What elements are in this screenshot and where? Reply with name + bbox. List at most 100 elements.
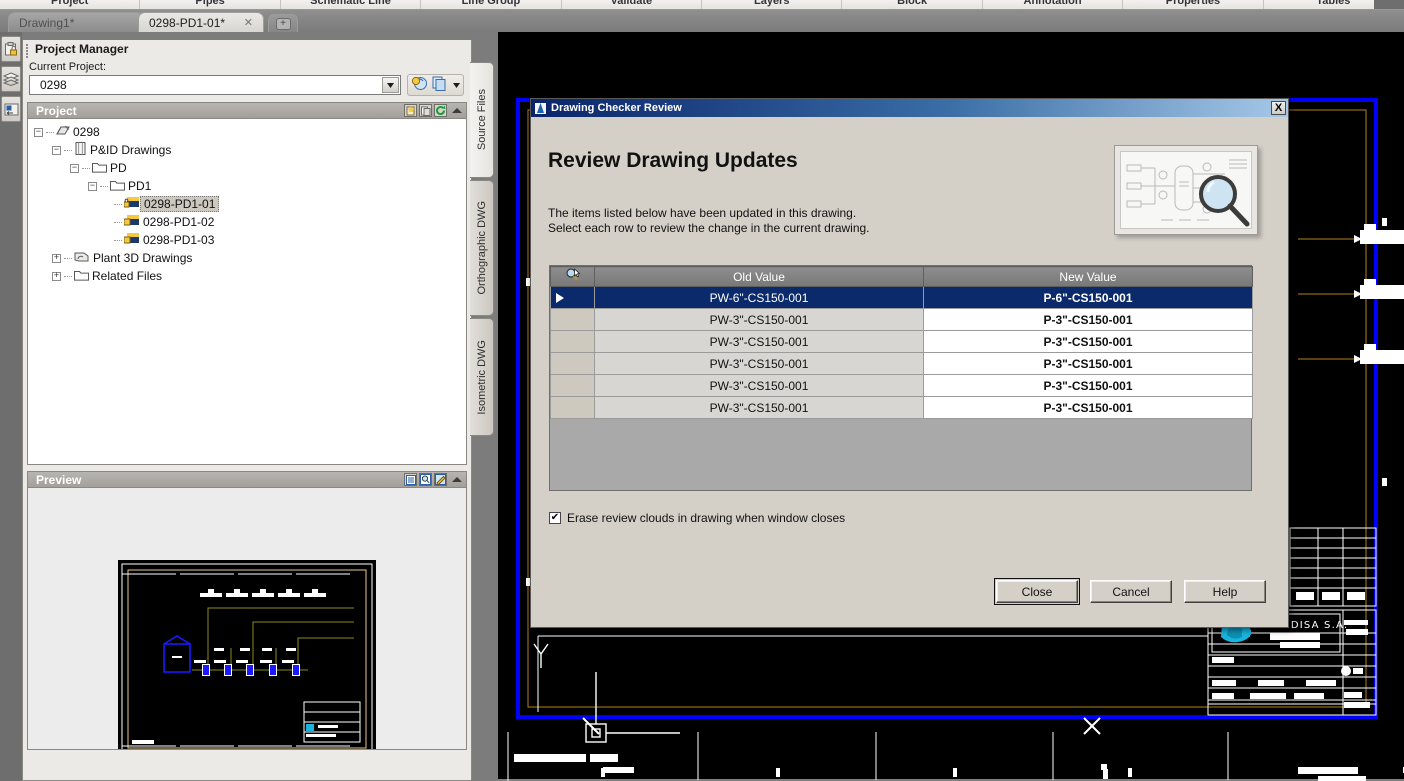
cancel-button[interactable]: Cancel	[1090, 580, 1172, 603]
folder-icon	[92, 161, 107, 176]
row-indicator-cell[interactable]	[550, 374, 595, 397]
table-row[interactable]: PW-3"-CS150-001 P-3"-CS150-001	[550, 308, 1253, 331]
ribbon-panel-label: Layers	[753, 0, 790, 7]
expander-icon[interactable]: −	[34, 127, 43, 137]
side-tab-isometric-dwg[interactable]: Isometric DWG	[470, 318, 494, 436]
updates-table: Old Value New Value PW-6"-CS150-001 P-6"…	[550, 266, 1253, 419]
palette-side-tabs: Source Files Orthographic DWG Isometric …	[470, 40, 496, 440]
side-tab-label: Source Files	[475, 89, 488, 151]
collapse-icon[interactable]	[452, 477, 462, 482]
tree-connector	[64, 149, 72, 151]
tree-connector	[64, 257, 72, 259]
tree-node-plant-3d-drawings[interactable]: + Plant 3D Drawings	[32, 249, 466, 267]
erase-review-clouds-checkbox[interactable]: ✔	[549, 512, 561, 524]
project-panel-header: Project	[27, 102, 467, 119]
tree-node-label: PD	[110, 161, 127, 175]
tree-connector	[114, 239, 122, 241]
copy-drawing-icon[interactable]	[432, 75, 449, 95]
tree-connector	[100, 185, 108, 187]
expander-icon[interactable]: −	[70, 163, 79, 173]
tree-node-0298-pd1-01[interactable]: 0298-PD1-01	[32, 195, 466, 213]
current-row-arrow-icon	[556, 292, 564, 303]
table-row[interactable]: PW-3"-CS150-001 P-3"-CS150-001	[550, 352, 1253, 375]
chevron-down-icon[interactable]	[382, 77, 399, 93]
tree-node-0298-pd1-03[interactable]: 0298-PD1-03	[32, 231, 466, 249]
cell-old-value: PW-6"-CS150-001	[594, 286, 924, 309]
cell-new-value: P-3"-CS150-001	[923, 352, 1253, 375]
document-tab-drawing1[interactable]: Drawing1*	[8, 12, 144, 32]
tool-button-clipboard[interactable]	[1, 36, 21, 62]
ribbon-panel-label: Schematic Line	[310, 0, 391, 7]
tree-node-label: Plant 3D Drawings	[93, 251, 193, 265]
help-button[interactable]: Help	[1184, 580, 1266, 603]
dialog-button-row: Close Cancel Help	[994, 578, 1266, 605]
left-toolbar	[0, 32, 22, 781]
preview-pane[interactable]	[27, 488, 467, 750]
side-tab-orthographic-dwg[interactable]: Orthographic DWG	[470, 180, 494, 316]
side-tab-source-files[interactable]: Source Files	[470, 62, 494, 178]
expander-icon[interactable]: −	[52, 145, 61, 155]
layers-icon	[3, 72, 19, 86]
tree-node-label: 0298	[73, 125, 100, 139]
palette-title: Project Manager	[35, 42, 129, 56]
project-settings-icon[interactable]	[411, 75, 428, 95]
tool-button-layers[interactable]	[1, 66, 21, 92]
preview-panel-buttons	[404, 473, 466, 486]
row-indicator-cell[interactable]	[550, 352, 595, 375]
preview-panel-header: Preview	[27, 471, 467, 488]
ribbon-panel-label: Annotation	[1023, 0, 1082, 7]
copy-icon[interactable]	[419, 104, 432, 117]
updates-grid[interactable]: Old Value New Value PW-6"-CS150-001 P-6"…	[549, 265, 1253, 491]
table-row[interactable]: PW-3"-CS150-001 P-3"-CS150-001	[550, 330, 1253, 353]
row-indicator-cell[interactable]	[550, 308, 595, 331]
list-view-icon[interactable]	[404, 473, 417, 486]
collapse-icon[interactable]	[452, 108, 462, 113]
column-header-old-value[interactable]: Old Value	[594, 266, 924, 287]
close-icon[interactable]: ✕	[236, 16, 253, 29]
drawing-locked-icon	[123, 196, 140, 212]
expander-icon[interactable]: −	[88, 181, 97, 191]
tree-connector	[114, 221, 122, 223]
cell-new-value: P-3"-CS150-001	[923, 396, 1253, 419]
tree-node-0298-pd1-02[interactable]: 0298-PD1-02	[32, 213, 466, 231]
column-header-indicator[interactable]	[550, 266, 595, 287]
close-button[interactable]: Close	[994, 578, 1080, 605]
tree-node-pid-drawings[interactable]: − P&ID Drawings	[32, 141, 466, 159]
expander-icon[interactable]: +	[52, 271, 61, 281]
cell-old-value: PW-3"-CS150-001	[594, 396, 924, 419]
new-drawing-icon[interactable]	[404, 104, 417, 117]
tree-connector	[64, 275, 72, 277]
row-indicator-cell[interactable]	[550, 396, 595, 419]
edit-preview-icon[interactable]	[434, 473, 447, 486]
autocad-app-icon	[534, 101, 547, 115]
column-header-new-value[interactable]: New Value	[923, 266, 1253, 287]
table-row[interactable]: PW-6"-CS150-001 P-6"-CS150-001	[550, 286, 1253, 309]
current-project-combobox[interactable]: 0298	[29, 75, 401, 95]
table-row[interactable]: PW-3"-CS150-001 P-3"-CS150-001	[550, 374, 1253, 397]
chevron-down-icon[interactable]	[453, 79, 460, 91]
refresh-icon[interactable]	[434, 104, 447, 117]
tree-node-related-files[interactable]: + Related Files	[32, 267, 466, 285]
tree-node-pd1[interactable]: − PD1	[32, 177, 466, 195]
plant3d-icon	[74, 250, 90, 266]
cell-new-value: P-3"-CS150-001	[923, 308, 1253, 331]
tree-node-pd[interactable]: − PD	[32, 159, 466, 177]
drag-grip[interactable]	[26, 43, 30, 58]
tree-connector	[114, 203, 122, 205]
tree-connector	[82, 167, 90, 169]
tool-button-properties[interactable]	[1, 96, 21, 122]
ribbon-panel-label: Properties	[1165, 0, 1221, 7]
document-tab-strip: Drawing1* 0298-PD1-01* ✕ +	[0, 10, 1404, 32]
row-indicator-cell[interactable]	[550, 330, 595, 353]
zoom-preview-icon[interactable]	[419, 473, 432, 486]
tree-node-0298[interactable]: − 0298	[32, 123, 466, 141]
project-tree[interactable]: − 0298 − P&ID Drawings − PD − PD1 0298-P…	[27, 119, 467, 465]
close-icon[interactable]: X	[1271, 101, 1286, 115]
expander-icon[interactable]: +	[52, 253, 61, 263]
row-indicator-cell[interactable]	[550, 286, 595, 309]
erase-review-clouds-row[interactable]: ✔ Erase review clouds in drawing when wi…	[549, 511, 845, 525]
table-row[interactable]: PW-3"-CS150-001 P-3"-CS150-001	[550, 396, 1253, 419]
new-tab-button[interactable]: +	[268, 14, 298, 32]
document-tab-0298-pd1-01[interactable]: 0298-PD1-01* ✕	[138, 12, 264, 32]
dialog-title-bar[interactable]: Drawing Checker Review X	[531, 99, 1288, 117]
